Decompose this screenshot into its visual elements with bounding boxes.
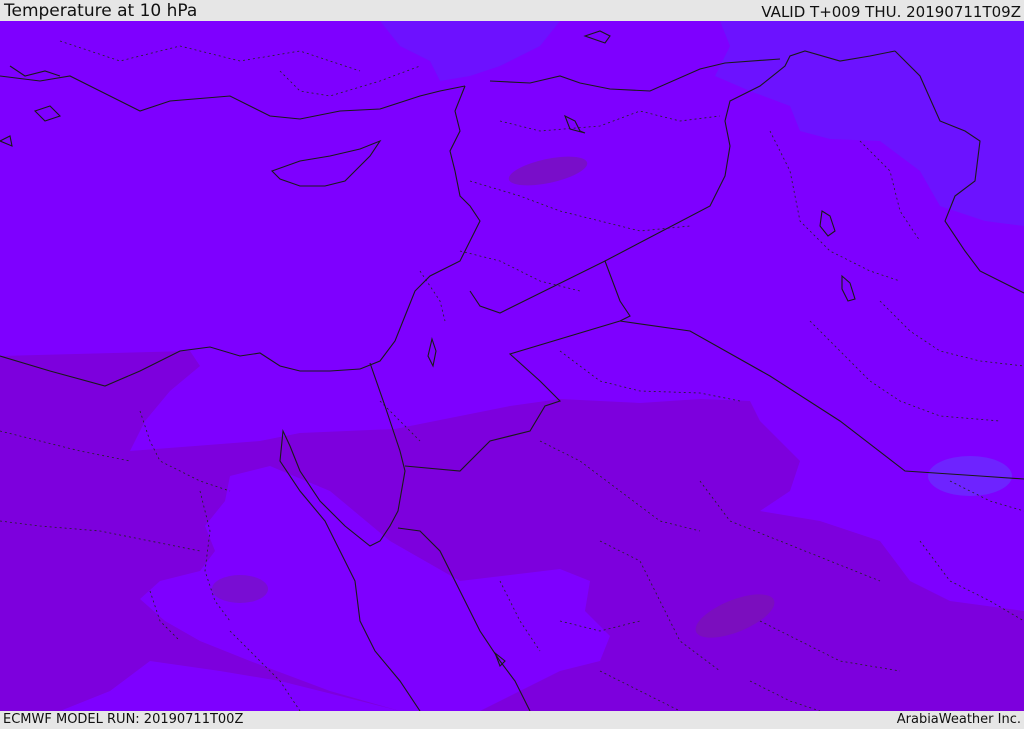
map-title: Temperature at 10 hPa	[4, 1, 198, 21]
warm-spot-egypt	[212, 575, 268, 603]
footer-bar: ECMWF MODEL RUN: 20190711T00Z ArabiaWeat…	[0, 711, 1024, 729]
credit-label: ArabiaWeather Inc.	[896, 712, 1021, 727]
cool-patch-east	[928, 456, 1012, 496]
map-canvas	[0, 21, 1024, 711]
model-run: ECMWF MODEL RUN: 20190711T00Z	[3, 712, 244, 727]
valid-time: VALID T+009 THU. 20190711T09Z	[761, 3, 1021, 21]
weather-map[interactable]	[0, 21, 1024, 711]
header-bar: Temperature at 10 hPa VALID T+009 THU. 2…	[0, 0, 1024, 21]
